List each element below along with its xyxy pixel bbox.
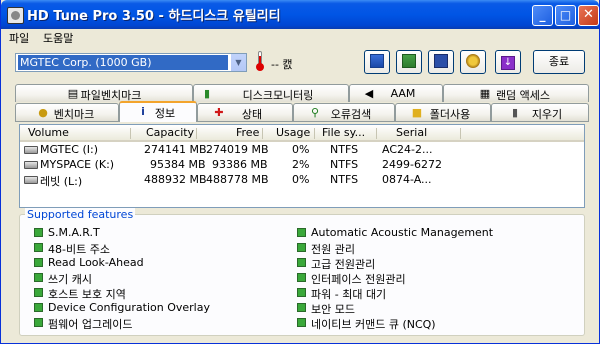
tab-benchmark[interactable]: ● 벤치마크 — [15, 103, 119, 121]
app-icon — [7, 7, 24, 24]
chevron-down-icon[interactable]: ▼ — [230, 54, 246, 71]
tab-erase[interactable]: ▮ 지우기 — [491, 103, 589, 121]
column-volume[interactable]: Volume — [28, 126, 69, 139]
column-free[interactable]: Free — [236, 126, 259, 139]
menu-bar: 파일 도움말 — [1, 29, 599, 45]
table-row[interactable]: MYSPACE (K:) 95384 MB 93386 MB 2% NTFS 2… — [20, 157, 584, 173]
drive-icon — [24, 161, 38, 169]
drive-select[interactable]: MGTEC Corp. (1000 GB) ▼ — [15, 53, 247, 72]
exit-button[interactable]: 종료 — [533, 50, 585, 74]
drive-select-value: MGTEC Corp. (1000 GB) — [18, 55, 228, 70]
tab-folder-usage[interactable]: ■ 폴더사용 — [395, 103, 491, 121]
tab-row-2: ● 벤치마크 i 정보 ✚ 상태 ⚲ 오류검색 ■ 폴더사용 ▮ 지우기 — [15, 101, 589, 122]
title-bar[interactable]: HD Tune Pro 3.50 - 하드디스크 유틸리티 _ □ ✕ — [1, 0, 599, 29]
drive-icon — [24, 146, 38, 154]
checked-icon — [34, 273, 43, 282]
options-icon — [466, 54, 480, 68]
checked-icon — [297, 273, 306, 282]
tab-aam[interactable]: ◀ AAM — [349, 84, 443, 102]
options-button[interactable] — [460, 50, 486, 74]
checked-icon — [34, 318, 43, 327]
column-usage[interactable]: Usage — [276, 126, 310, 139]
table-row[interactable]: MGTEC (I:) 274141 MB 274019 MB 0% NTFS A… — [20, 142, 584, 158]
tab-error-scan[interactable]: ⚲ 오류검색 — [293, 103, 395, 121]
menu-help[interactable]: 도움말 — [43, 30, 73, 46]
save-button[interactable] — [428, 50, 454, 74]
copy-screenshot-icon — [402, 54, 416, 68]
copy-button[interactable] — [364, 50, 390, 74]
column-capacity[interactable]: Capacity — [146, 126, 194, 139]
column-filesystem[interactable]: File sy... — [322, 126, 365, 139]
checked-icon — [297, 318, 306, 327]
tab-file-benchmark[interactable]: ▤ 파일벤치마크 — [15, 84, 193, 102]
minimize-button[interactable]: _ — [532, 5, 553, 26]
checked-icon — [297, 243, 306, 252]
app-window: HD Tune Pro 3.50 - 하드디스크 유틸리티 _ □ ✕ 파일 도… — [0, 0, 600, 344]
volume-list[interactable]: Volume Capacity Free Usage File sy... Se… — [19, 124, 585, 208]
checked-icon — [297, 228, 306, 237]
menu-file[interactable]: 파일 — [9, 30, 29, 46]
checked-icon — [34, 258, 43, 267]
checked-icon — [34, 243, 43, 252]
maximize-button[interactable]: □ — [555, 5, 576, 26]
checked-icon — [297, 258, 306, 267]
checked-icon — [297, 303, 306, 312]
tab-disk-monitor[interactable]: ▮ 디스크모니터링 — [193, 84, 349, 102]
drive-icon — [24, 176, 38, 184]
save-icon — [434, 54, 448, 68]
checked-icon — [34, 288, 43, 297]
download-icon: ↓ — [501, 56, 515, 70]
copy-icon — [370, 54, 384, 68]
temperature-readout: -- 캜 — [271, 58, 293, 71]
toolbar: MGTEC Corp. (1000 GB) ▼ -- 캜 ↓ 종료 — [1, 45, 599, 79]
tab-random-access[interactable]: ▦ 랜덤 액세스 — [443, 84, 589, 102]
tab-info[interactable]: i 정보 — [119, 101, 197, 122]
column-serial[interactable]: Serial — [396, 126, 427, 139]
checked-icon — [34, 228, 43, 237]
download-button[interactable]: ↓ — [495, 50, 521, 74]
tab-row-1: ▤ 파일벤치마크 ▮ 디스크모니터링 ◀ AAM ▦ 랜덤 액세스 — [15, 84, 589, 102]
table-row[interactable]: 레빗 (L:) 488932 MB 488778 MB 0% NTFS 0874… — [20, 172, 584, 188]
thermometer-icon — [256, 51, 264, 71]
window-title: HD Tune Pro 3.50 - 하드디스크 유틸리티 — [27, 9, 281, 24]
volume-list-header: Volume Capacity Free Usage File sy... Se… — [20, 125, 584, 142]
checked-icon — [34, 303, 43, 312]
copy-screenshot-button[interactable] — [396, 50, 422, 74]
supported-features-title: Supported features — [25, 208, 136, 221]
tab-health[interactable]: ✚ 상태 — [197, 103, 293, 121]
checked-icon — [297, 288, 306, 297]
close-button[interactable]: ✕ — [578, 5, 599, 26]
